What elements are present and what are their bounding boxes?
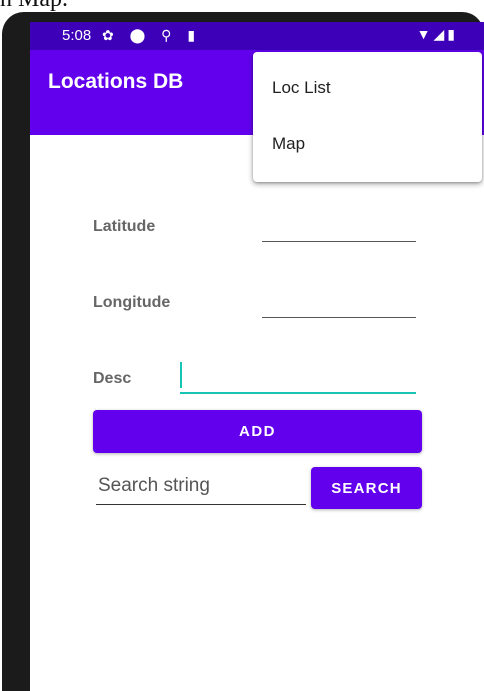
desc-field[interactable] [180,392,416,394]
search-placeholder: Search string [98,475,210,496]
longitude-field[interactable] [262,317,416,318]
menu-item-label: Loc List [272,78,331,97]
overflow-menu: Loc List Map [253,52,482,182]
search-input[interactable]: Search string [96,472,306,505]
status-time: 5:08 [62,27,92,44]
longitude-label: Longitude [93,294,171,311]
phone-screen: 5:08 ✿ ⬤ ⚲ ▮ ▼◢▮ Locations DB Loc List M… [30,22,484,691]
search-button[interactable]: SEARCH [311,467,422,509]
status-bar: 5:08 ✿ ⬤ ⚲ ▮ ▼◢▮ [30,22,484,50]
latitude-label: Latitude [93,218,156,235]
desc-label: Desc [93,370,132,387]
menu-item-label: Map [272,134,306,153]
menu-item-loc-list[interactable]: Loc List [253,60,482,116]
latitude-field[interactable] [262,241,416,242]
signal-battery-icons: ▼◢▮ [416,26,458,42]
add-button[interactable]: ADD [93,410,422,453]
notification-icons: ✿ ⬤ ⚲ ▮ [102,27,202,43]
menu-item-map[interactable]: Map [253,116,482,172]
app-title: Locations DB [48,70,184,93]
text-cursor [180,362,182,388]
